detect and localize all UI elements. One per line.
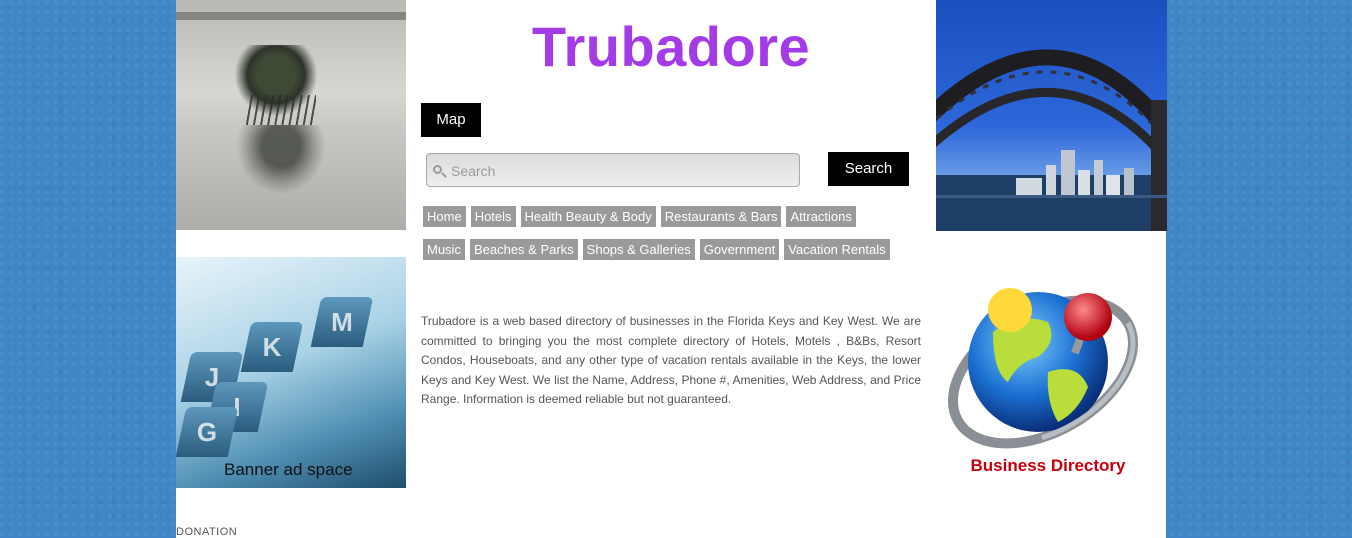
file-tab-letter: M xyxy=(331,307,353,337)
business-directory-graphic[interactable]: Business Directory xyxy=(938,262,1168,492)
nav-item-vacation-rentals[interactable]: Vacation Rentals xyxy=(784,239,890,260)
nav-item-home[interactable]: Home xyxy=(423,206,466,227)
mangrove-photo xyxy=(176,0,406,230)
banner-ad-image[interactable]: J K M I G Banner ad space xyxy=(176,257,406,488)
site-logo[interactable]: Trubadore xyxy=(421,14,921,79)
nav-item-beaches-parks[interactable]: Beaches & Parks xyxy=(469,239,578,260)
nav-item-hotels[interactable]: Hotels xyxy=(470,206,516,227)
nav-row-primary: Home Hotels Health Beauty & Body Restaur… xyxy=(423,206,856,227)
harbour-bridge-photo xyxy=(936,0,1167,231)
nav-item-music[interactable]: Music xyxy=(423,239,465,260)
file-tab-letter: G xyxy=(196,417,218,447)
search-input[interactable] xyxy=(449,154,793,188)
search-button[interactable]: Search xyxy=(828,152,909,186)
nav-item-attractions[interactable]: Attractions xyxy=(786,206,856,227)
page-container: J K M I G Banner ad space Trubadore Map … xyxy=(176,0,1168,538)
search-icon xyxy=(433,165,442,174)
nav-item-health-beauty-body[interactable]: Health Beauty & Body xyxy=(520,206,656,227)
nav-item-shops-galleries[interactable]: Shops & Galleries xyxy=(582,239,695,260)
donation-label: DONATION xyxy=(176,526,238,538)
nav-row-secondary: Music Beaches & Parks Shops & Galleries … xyxy=(423,239,890,260)
business-directory-label: Business Directory xyxy=(971,456,1126,475)
nav-item-government[interactable]: Government xyxy=(699,239,780,260)
intro-paragraph: Trubadore is a web based directory of bu… xyxy=(421,314,921,406)
globe-pin-icon xyxy=(947,288,1139,449)
map-button[interactable]: Map xyxy=(421,103,481,137)
file-tab-letter: K xyxy=(262,332,282,362)
nav-item-restaurants-bars[interactable]: Restaurants & Bars xyxy=(660,206,782,227)
banner-ad-label: Banner ad space xyxy=(224,460,353,479)
search-box[interactable] xyxy=(426,153,800,188)
